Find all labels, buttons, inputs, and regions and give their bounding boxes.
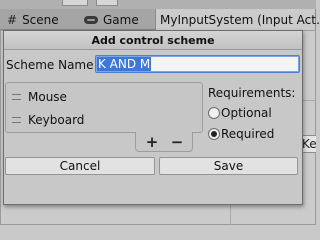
editor-window: # Scene Game MyInputSystem (Input Act… K…: [0, 0, 320, 225]
radio-required-label: Required: [221, 126, 275, 141]
tab-game[interactable]: Game: [80, 9, 143, 30]
device-list-footer: + −: [135, 132, 193, 152]
add-control-scheme-dialog: Add control scheme Scheme Name K AND M M…: [3, 30, 303, 205]
gamepad-icon: [84, 15, 98, 24]
tab-input-actions[interactable]: MyInputSystem (Input Act…: [155, 9, 320, 30]
panel-divider: [303, 100, 316, 101]
list-item[interactable]: Keyboard: [12, 111, 84, 129]
tab-input-actions-label: MyInputSystem (Input Act…: [160, 12, 320, 27]
tab-bar: # Scene Game MyInputSystem (Input Act…: [0, 9, 320, 30]
tab-scene-label: Scene: [22, 12, 59, 27]
toolbar-button[interactable]: [96, 0, 118, 6]
cancel-button[interactable]: Cancel: [5, 157, 155, 175]
radio-checked-icon[interactable]: [208, 127, 220, 140]
radio-optional[interactable]: Optional: [208, 102, 300, 123]
scheme-name-input[interactable]: K AND M: [95, 55, 300, 73]
toolbar-button[interactable]: [62, 0, 88, 6]
radio-required[interactable]: Required: [208, 123, 300, 144]
device-label: Keyboard: [28, 113, 85, 127]
scheme-name-label: Scheme Name: [6, 58, 94, 72]
tab-scene[interactable]: # Scene: [3, 9, 63, 30]
save-button[interactable]: Save: [159, 157, 298, 175]
radio-optional-label: Optional: [221, 105, 272, 120]
panel-divider: [230, 205, 231, 225]
dialog-title: Add control scheme: [4, 31, 302, 50]
toolbar-strip: [0, 0, 316, 9]
device-list: Mouse Keyboard: [5, 82, 203, 133]
device-label: Mouse: [28, 90, 67, 104]
requirements-group: Requirements: Optional Required: [208, 86, 300, 144]
requirements-label: Requirements:: [208, 86, 296, 100]
add-device-button[interactable]: +: [142, 132, 162, 152]
scheme-name-row: Scheme Name K AND M: [6, 55, 300, 74]
drag-handle-icon[interactable]: [12, 94, 21, 100]
remove-device-button[interactable]: −: [167, 132, 187, 152]
tab-game-label: Game: [103, 12, 139, 27]
scheme-name-selected-text: K AND M: [97, 57, 152, 71]
drag-handle-icon[interactable]: [12, 117, 21, 123]
grid-icon: #: [7, 12, 18, 27]
list-item[interactable]: Mouse: [12, 88, 67, 106]
radio-unchecked-icon[interactable]: [208, 106, 220, 119]
